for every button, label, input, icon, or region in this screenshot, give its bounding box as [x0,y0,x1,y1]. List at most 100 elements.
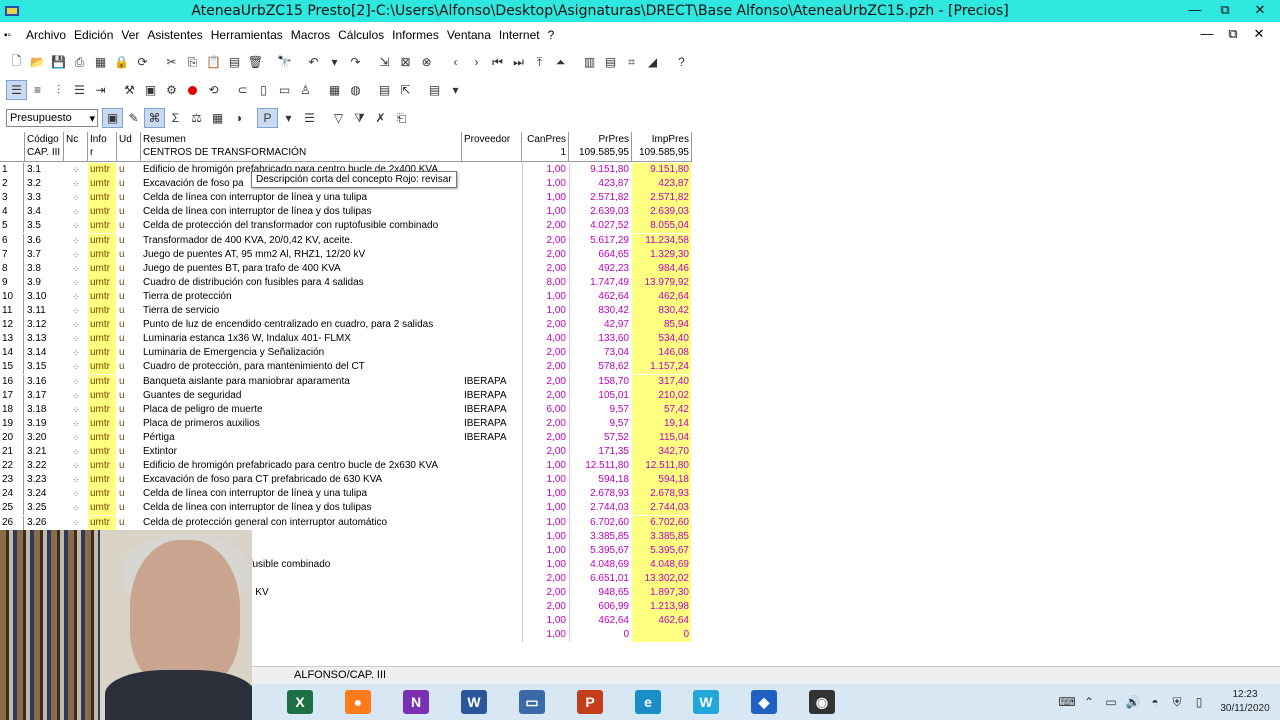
resumen-cell[interactable]: Celda de protección general con interrup… [141,516,461,530]
network-icon[interactable]: ◓ [1144,695,1166,709]
codigo-cell[interactable]: 3.3 [25,191,63,205]
proveedor-cell[interactable] [462,459,521,473]
canpres-cell[interactable]: 2,00 [522,247,568,262]
canpres-cell[interactable]: 1,00 [522,177,568,192]
proveedor-cell[interactable] [462,558,521,572]
prpres-cell[interactable]: 578,62 [569,360,631,375]
proveedor-cell[interactable]: IBERAPA [462,403,521,417]
codigo-cell[interactable]: 3.4 [25,205,63,219]
row-number[interactable]: 13 [0,332,24,347]
nc-cell[interactable]: ⁘ [64,318,88,332]
info-cell[interactable]: umtr [88,304,116,318]
canpres-cell[interactable]: 1,00 [522,205,568,220]
resumen-cell[interactable]: Extintor [141,445,461,459]
ud-cell[interactable]: u [117,276,141,290]
volume-icon[interactable]: 🔊 [1122,695,1144,709]
taskbar-powerpoint-icon[interactable]: P [570,687,610,717]
info-header[interactable]: Info r [88,132,117,162]
ud-cell[interactable]: u [117,417,141,431]
previous-icon[interactable]: ‹ [445,52,466,72]
last-icon[interactable]: ⏭ [508,52,529,72]
codigo-cell[interactable]: 3.18 [25,403,63,417]
row-number[interactable]: 11 [0,304,24,318]
tools-icon[interactable]: ⚒ [119,80,140,100]
info-cell[interactable]: umtr [88,445,116,459]
table-row[interactable]: 20 3.20 ⁘ umtr u Pértiga IBERAPA 2,00 57,52 115,0… [0,430,692,445]
ud-cell[interactable]: u [117,473,141,487]
table-row[interactable]: 18 3.18 ⁘ umtr u Placa de peligro de muerte IB… [0,402,692,417]
nc-cell[interactable]: ⁘ [64,431,88,445]
mode-1-icon[interactable]: ▣ [102,108,123,128]
chevron-up-icon[interactable]: ⌃ [1078,695,1100,709]
proveedor-cell[interactable] [462,360,521,374]
menu-calculos[interactable]: Cálculos [334,28,388,42]
imppres-cell[interactable]: 984,46 [632,261,691,276]
nc-cell[interactable]: ⁘ [64,516,88,530]
codigo-cell[interactable]: 3.6 [25,234,63,248]
row-number[interactable]: 17 [0,388,24,403]
menu-ver[interactable]: Ver [117,28,143,42]
menu-herramientas[interactable]: Herramientas [207,28,287,42]
codigo-cell[interactable]: 3.15 [25,360,63,374]
nc-header[interactable]: Nc [64,132,88,162]
row-number[interactable]: 22 [0,459,24,474]
codigo-cell[interactable]: 3.8 [25,262,63,276]
row-number[interactable]: 23 [0,473,24,488]
codigo-cell[interactable]: 3.21 [25,445,63,459]
info-cell[interactable]: umtr [88,233,116,248]
battery-icon[interactable]: ▯ [1188,695,1210,709]
nc-cell[interactable]: ⁘ [64,304,88,318]
canpres-cell[interactable]: 2,00 [522,600,568,615]
imppres-cell[interactable]: 5.395,67 [632,543,691,558]
nc-cell[interactable]: ⁘ [64,445,88,459]
imppres-cell[interactable]: 342,70 [632,445,691,459]
canpres-cell[interactable]: 8,00 [522,275,568,290]
red-marker-icon[interactable] [182,80,203,100]
proveedor-cell[interactable] [462,163,521,177]
columns-icon[interactable]: ▥ [579,52,600,72]
canpres-cell[interactable]: 1,00 [522,614,568,629]
ud-cell[interactable]: u [117,205,141,219]
imppres-cell[interactable]: 9.151,80 [632,163,691,177]
imppres-cell[interactable]: 830,42 [632,304,691,318]
table-row[interactable]: 4 3.4 ⁘ umtr u Celda de línea con interruptor… [0,205,692,220]
proveedor-cell[interactable]: IBERAPA [462,389,521,403]
layout-dropdown-icon[interactable]: ▾ [445,80,466,100]
prpres-cell[interactable]: 2.678,93 [569,487,631,502]
ud-cell[interactable]: u [117,318,141,332]
prpres-cell[interactable]: 492,23 [569,261,631,276]
ud-cell[interactable]: u [117,403,141,417]
table-row[interactable]: 26 3.26 ⁘ umtr u Celda de protección general … [0,515,692,530]
imppres-cell[interactable]: 317,40 [632,374,691,389]
table-row[interactable]: 7 3.7 ⁘ umtr u Juego de puentes AT, 95 mm2 Al… [0,247,692,262]
info-cell[interactable]: umtr [88,430,116,445]
next-icon[interactable]: › [466,52,487,72]
ud-cell[interactable]: u [117,459,141,473]
imppres-cell[interactable]: 3.385,85 [632,529,691,544]
row-number[interactable]: 2 [0,177,24,192]
prpres-cell[interactable]: 73,04 [569,346,631,361]
resumen-cell[interactable]: Placa de peligro de muerte [141,403,461,417]
prpres-cell[interactable]: 171,35 [569,445,631,459]
canpres-cell[interactable]: 2,00 [522,430,568,445]
imppres-cell[interactable]: 462,64 [632,614,691,629]
nc-cell[interactable]: ⁘ [64,501,88,515]
prpres-cell[interactable]: 12.511,80 [569,459,631,474]
canpres-header[interactable]: CanPres 1 [522,132,569,162]
imppres-cell[interactable]: 0 [632,628,691,643]
list-filter-icon[interactable]: ☰ [299,108,320,128]
resumen-cell[interactable]: Luminaria estanca 1x36 W, Indalux 401- F… [141,332,461,346]
ud-cell[interactable]: u [117,262,141,276]
row-number[interactable]: 26 [0,515,24,530]
row-number[interactable]: 19 [0,416,24,431]
copy-icon[interactable]: ⎘ [182,52,203,72]
canpres-cell[interactable]: 2,00 [522,318,568,333]
imppres-cell[interactable]: 146,08 [632,346,691,361]
funnel-icon[interactable]: ▽ [328,108,349,128]
p-mode-icon[interactable]: P [257,108,278,128]
nc-cell[interactable]: ⁘ [64,417,88,431]
menu-ventana[interactable]: Ventana [443,28,495,42]
proveedor-cell[interactable] [462,572,521,586]
paste-icon[interactable]: 📋 [203,52,224,72]
chart-icon[interactable]: ◢ [642,52,663,72]
